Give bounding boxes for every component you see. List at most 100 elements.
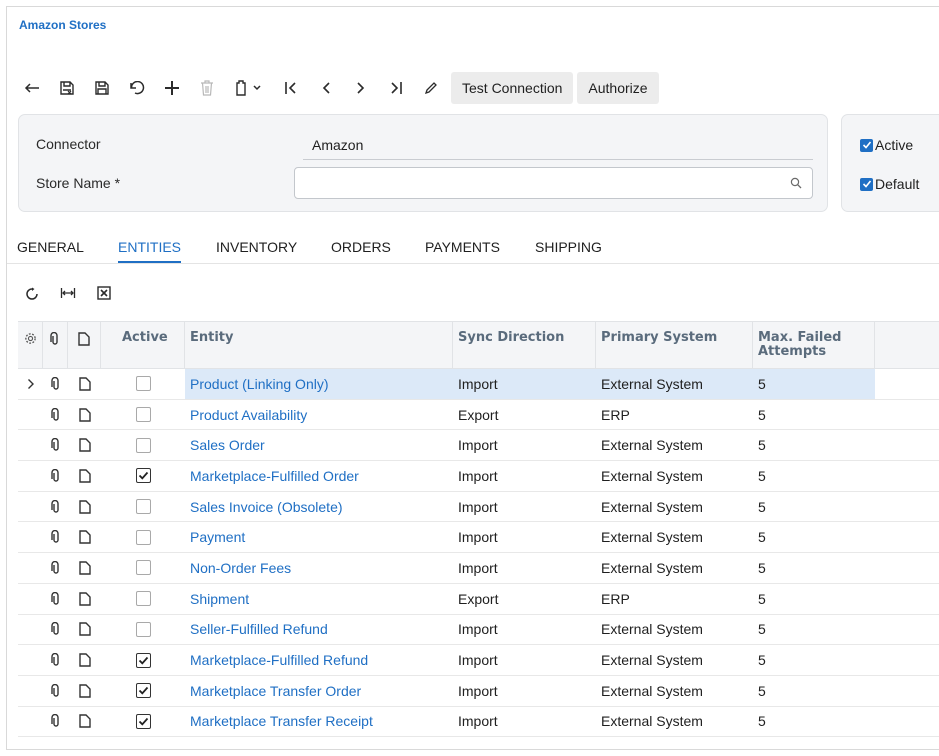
- row-selector[interactable]: [18, 522, 43, 552]
- row-active-checkbox[interactable]: [135, 376, 151, 392]
- row-active-checkbox[interactable]: [135, 652, 151, 668]
- entity-link[interactable]: Marketplace Transfer Receipt: [185, 707, 453, 737]
- first-record-icon[interactable]: [276, 68, 306, 108]
- settings-icon[interactable]: [18, 322, 43, 369]
- note-icon[interactable]: [68, 615, 101, 645]
- primary-system-cell[interactable]: External System: [596, 615, 753, 645]
- entity-link[interactable]: Shipment: [185, 584, 453, 614]
- sync-direction-cell[interactable]: Import: [453, 522, 596, 552]
- column-header-active[interactable]: Active: [101, 322, 185, 369]
- note-icon[interactable]: [68, 461, 101, 491]
- entity-link[interactable]: Seller-Fulfilled Refund: [185, 615, 453, 645]
- tab-entities[interactable]: ENTITIES: [118, 239, 182, 263]
- note-icon[interactable]: [68, 645, 101, 675]
- note-icon[interactable]: [68, 400, 101, 430]
- primary-system-cell[interactable]: External System: [596, 492, 753, 522]
- note-icon[interactable]: [68, 492, 101, 522]
- refresh-icon[interactable]: [21, 282, 43, 304]
- page-title[interactable]: Amazon Stores: [19, 18, 106, 32]
- table-row[interactable]: Marketplace-Fulfilled Order Import Externa…: [18, 461, 939, 492]
- sync-direction-cell[interactable]: Import: [453, 492, 596, 522]
- entity-link[interactable]: Marketplace Transfer Order: [185, 676, 453, 706]
- max-failed-attempts-cell[interactable]: 5: [753, 430, 875, 460]
- table-row[interactable]: Marketplace Transfer Receipt Import Extern…: [18, 707, 939, 738]
- note-icon[interactable]: [68, 369, 101, 399]
- row-selector[interactable]: [18, 461, 43, 491]
- fit-columns-icon[interactable]: [57, 282, 79, 304]
- row-active-checkbox[interactable]: [135, 468, 151, 484]
- table-row[interactable]: Marketplace-Fulfilled Refund Import Extern…: [18, 645, 939, 676]
- note-icon[interactable]: [68, 430, 101, 460]
- entity-link[interactable]: Marketplace-Fulfilled Order: [185, 461, 453, 491]
- sync-direction-cell[interactable]: Import: [453, 430, 596, 460]
- sync-direction-cell[interactable]: Import: [453, 553, 596, 583]
- primary-system-cell[interactable]: External System: [596, 553, 753, 583]
- table-row[interactable]: Product Availability Export ERP 5: [18, 400, 939, 431]
- sync-direction-cell[interactable]: Export: [453, 584, 596, 614]
- primary-system-cell[interactable]: External System: [596, 461, 753, 491]
- authorize-button[interactable]: Authorize: [577, 72, 659, 104]
- max-failed-attempts-cell[interactable]: 5: [753, 492, 875, 522]
- tab-general[interactable]: GENERAL: [17, 239, 84, 261]
- active-checkbox[interactable]: Active: [860, 137, 913, 153]
- row-active-checkbox[interactable]: [135, 529, 151, 545]
- max-failed-attempts-cell[interactable]: 5: [753, 615, 875, 645]
- row-active-checkbox[interactable]: [135, 437, 151, 453]
- entity-link[interactable]: Product Availability: [185, 400, 453, 430]
- attachment-icon[interactable]: [43, 615, 68, 645]
- attachment-icon[interactable]: [43, 522, 68, 552]
- row-selector[interactable]: [18, 615, 43, 645]
- edit-icon[interactable]: [416, 68, 446, 108]
- row-selector[interactable]: [18, 553, 43, 583]
- sync-direction-cell[interactable]: Export: [453, 400, 596, 430]
- note-icon[interactable]: [68, 522, 101, 552]
- row-selector[interactable]: [18, 584, 43, 614]
- sync-direction-cell[interactable]: Import: [453, 645, 596, 675]
- table-row[interactable]: Marketplace Transfer Order Import External…: [18, 676, 939, 707]
- row-active-checkbox[interactable]: [135, 560, 151, 576]
- add-icon[interactable]: [157, 68, 187, 108]
- column-header-primary-system[interactable]: Primary System: [596, 322, 753, 369]
- row-active-checkbox[interactable]: [135, 621, 151, 637]
- note-icon[interactable]: [68, 553, 101, 583]
- row-selector[interactable]: [18, 645, 43, 675]
- row-active-checkbox[interactable]: [135, 407, 151, 423]
- undo-icon[interactable]: [122, 68, 152, 108]
- attachment-icon[interactable]: [43, 322, 68, 369]
- primary-system-cell[interactable]: External System: [596, 645, 753, 675]
- save-icon[interactable]: [87, 68, 117, 108]
- max-failed-attempts-cell[interactable]: 5: [753, 400, 875, 430]
- row-active-checkbox[interactable]: [135, 499, 151, 515]
- max-failed-attempts-cell[interactable]: 5: [753, 676, 875, 706]
- row-selector[interactable]: [18, 400, 43, 430]
- default-checkbox[interactable]: Default: [860, 176, 919, 192]
- primary-system-cell[interactable]: ERP: [596, 584, 753, 614]
- last-record-icon[interactable]: [381, 68, 411, 108]
- row-selector[interactable]: [18, 707, 43, 737]
- export-excel-icon[interactable]: [93, 282, 115, 304]
- primary-system-cell[interactable]: ERP: [596, 400, 753, 430]
- attachment-icon[interactable]: [43, 492, 68, 522]
- tab-inventory[interactable]: INVENTORY: [216, 239, 297, 261]
- entity-link[interactable]: Non-Order Fees: [185, 553, 453, 583]
- search-icon[interactable]: [790, 176, 802, 192]
- row-selector-chevron-icon[interactable]: [18, 369, 43, 399]
- note-icon[interactable]: [68, 322, 101, 369]
- primary-system-cell[interactable]: External System: [596, 676, 753, 706]
- sync-direction-cell[interactable]: Import: [453, 461, 596, 491]
- table-row[interactable]: Non-Order Fees Import External System 5: [18, 553, 939, 584]
- attachment-icon[interactable]: [43, 676, 68, 706]
- sync-direction-cell[interactable]: Import: [453, 676, 596, 706]
- max-failed-attempts-cell[interactable]: 5: [753, 584, 875, 614]
- attachment-icon[interactable]: [43, 707, 68, 737]
- row-selector[interactable]: [18, 492, 43, 522]
- column-header-max-failed-attempts[interactable]: Max. Failed Attempts: [753, 322, 875, 369]
- max-failed-attempts-cell[interactable]: 5: [753, 369, 875, 399]
- primary-system-cell[interactable]: External System: [596, 707, 753, 737]
- table-row[interactable]: Product (Linking Only) Import External Sys…: [18, 369, 939, 400]
- column-header-entity[interactable]: Entity: [185, 322, 453, 369]
- table-row[interactable]: Sales Invoice (Obsolete) Import External S…: [18, 492, 939, 523]
- table-row[interactable]: Shipment Export ERP 5: [18, 584, 939, 615]
- row-active-checkbox[interactable]: [135, 683, 151, 699]
- row-active-checkbox[interactable]: [135, 591, 151, 607]
